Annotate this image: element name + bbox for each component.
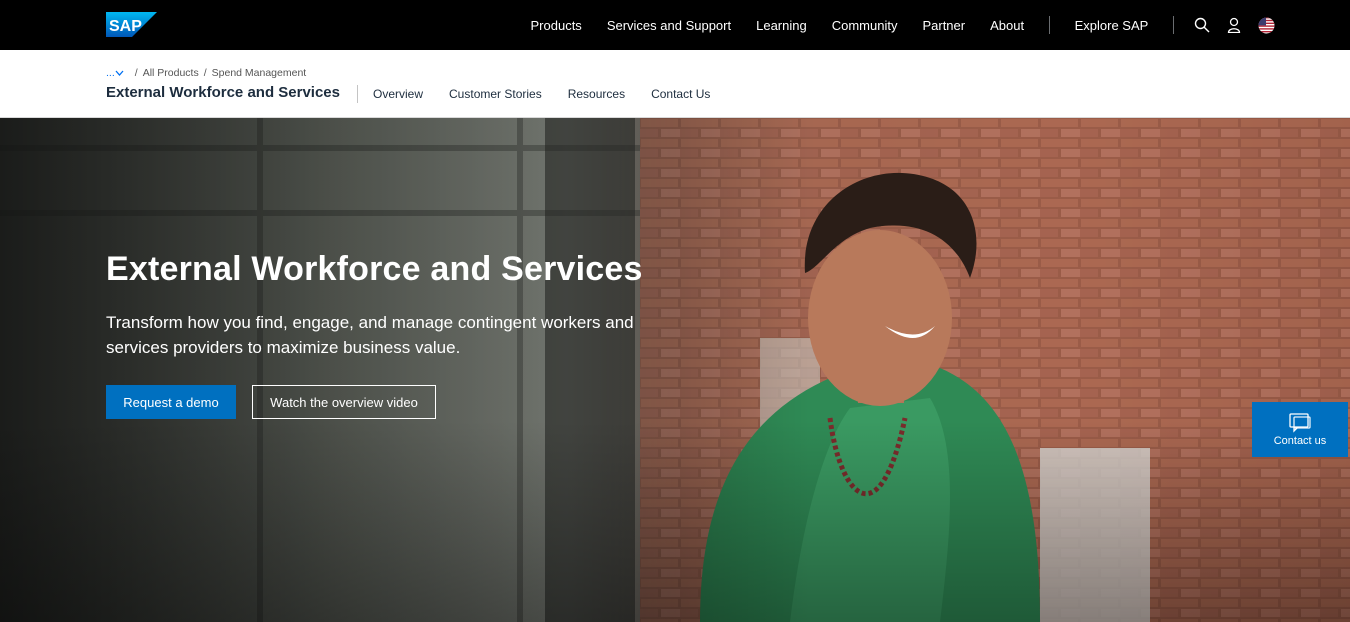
search-icon[interactable]: [1194, 17, 1210, 33]
chat-bubble-icon: [1289, 412, 1311, 433]
nav-link-products[interactable]: Products: [531, 18, 582, 33]
product-title: External Workforce and Services: [106, 84, 340, 101]
tab-contact-us[interactable]: Contact Us: [651, 87, 710, 101]
top-navigation: SAP Products Services and Support Learni…: [0, 0, 1350, 50]
nav-link-about[interactable]: About: [990, 18, 1024, 33]
tab-customer-stories[interactable]: Customer Stories: [449, 87, 542, 101]
hero-subtitle: Transform how you find, engage, and mana…: [106, 313, 634, 357]
nav-link-learning[interactable]: Learning: [756, 18, 807, 33]
breadcrumb-spend-management[interactable]: Spend Management: [212, 67, 307, 79]
hero-background-image: [0, 118, 1350, 622]
subnav-divider: [357, 85, 358, 103]
nav-link-community[interactable]: Community: [832, 18, 898, 33]
nav-divider: [1173, 16, 1175, 34]
user-icon[interactable]: [1226, 17, 1242, 33]
tab-resources[interactable]: Resources: [568, 87, 625, 101]
hero-banner: External Workforce and Services Transfor…: [0, 118, 1350, 622]
contact-us-label: Contact us: [1273, 434, 1327, 447]
breadcrumb: ... / All Products / Spend Management: [106, 67, 306, 79]
watch-video-button[interactable]: Watch the overview video: [252, 385, 436, 419]
main-menu: Products Services and Support Learning C…: [518, 0, 1283, 50]
product-subnav: ... / All Products / Spend Management Ex…: [0, 50, 1350, 118]
sap-logo[interactable]: SAP: [106, 12, 157, 37]
nav-link-partner[interactable]: Partner: [922, 18, 965, 33]
chevron-down-icon: [115, 70, 124, 76]
breadcrumb-separator: /: [134, 67, 138, 79]
breadcrumb-all-products[interactable]: All Products: [143, 67, 199, 79]
breadcrumb-separator: /: [203, 67, 207, 79]
nav-divider: [1048, 16, 1050, 34]
breadcrumb-expand[interactable]: ...: [106, 67, 124, 79]
contact-us-widget[interactable]: Contact us: [1252, 402, 1348, 457]
nav-link-services-support[interactable]: Services and Support: [607, 18, 731, 33]
svg-text:SAP: SAP: [109, 18, 142, 35]
hero-title: External Workforce and Services: [106, 250, 643, 288]
us-flag-icon[interactable]: [1258, 17, 1275, 34]
explore-sap-link[interactable]: Explore SAP: [1075, 18, 1149, 33]
request-demo-button[interactable]: Request a demo: [106, 385, 236, 419]
subnav-tabs: Overview Customer Stories Resources Cont…: [373, 87, 736, 101]
tab-overview[interactable]: Overview: [373, 87, 423, 101]
